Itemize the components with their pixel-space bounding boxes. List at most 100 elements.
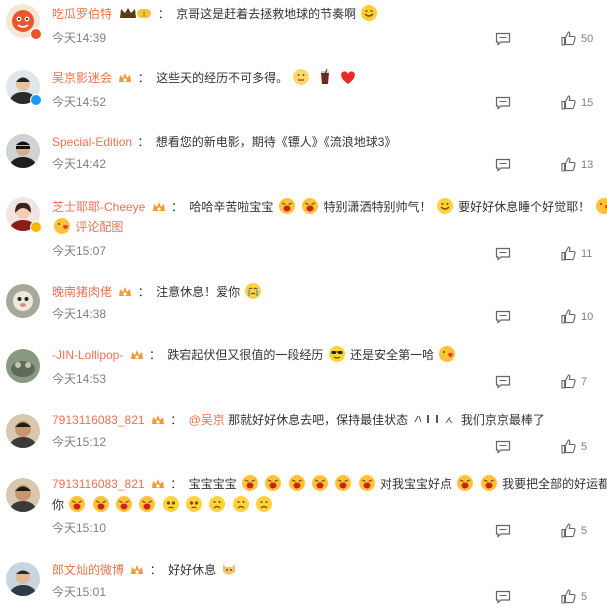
comment-text: 宝宝宝宝 [188,477,237,491]
grin-emoji-icon [360,4,378,22]
timestamp: 今天15:10 [52,521,107,535]
sad-emoji-icon [255,495,273,513]
fan-badge-icon [118,71,132,91]
avatar[interactable] [6,134,40,168]
comment-icon [495,96,511,110]
sunglasses-emoji-icon [328,345,346,363]
thumbs-up-icon [561,31,576,46]
reply-button[interactable] [495,524,561,538]
like-count: 10 [581,310,594,323]
crying-emoji-icon [241,474,259,492]
comment-icon [495,32,511,46]
thumbs-up-icon [561,246,576,261]
comment-icon [495,247,511,261]
username[interactable]: 吴京影迷会 [52,71,112,85]
sobbing-emoji-icon [244,282,262,300]
comment-text: 京哥这是赶着去拯救地球的节奏啊 [176,7,357,21]
crying-emoji-icon [278,197,296,215]
like-count: 5 [581,590,588,603]
pleading-emoji-icon [162,495,180,513]
verified-badge-icon [30,221,42,233]
like-button[interactable]: 50 [561,31,597,46]
avatar[interactable] [6,414,40,448]
sad-emoji-icon [208,495,226,513]
like-button[interactable]: 15 [561,95,597,110]
fan-badge-icon [130,348,144,368]
mention-link[interactable]: @吴京 [189,413,225,427]
like-button[interactable]: 13 [561,157,597,172]
comment-text: 哈哈辛苦啦宝宝 [189,200,274,214]
like-button[interactable]: 5 [561,523,597,538]
reply-button[interactable] [495,158,561,172]
crying-emoji-icon [115,495,133,513]
timestamp: 今天15:07 [52,244,107,258]
timestamp: 今天14:39 [52,31,107,45]
avatar[interactable] [6,349,40,383]
username[interactable]: Special-Edition [52,135,132,149]
colon: ： [149,563,162,577]
like-button[interactable]: 10 [561,309,597,324]
thumbs-up-icon [561,157,576,172]
colon: ： [171,200,184,214]
reply-button[interactable] [495,590,561,604]
crying-emoji-icon [288,474,306,492]
username[interactable]: -JIN-Lollipop- [52,348,123,362]
svg-text:I: I [143,11,145,19]
reply-button[interactable] [495,440,561,454]
timestamp: 今天14:52 [52,95,107,109]
username[interactable]: 郎文灿的微博 [52,563,124,577]
sparkle-emoji-icon [412,410,456,428]
like-button[interactable]: 7 [561,374,597,389]
comment-feed: 吃瓜罗伯特 I ： 京哥这是赶着去拯救地球的节奏啊 今天14:39 50 吴京影… [0,0,607,612]
thumbs-up-icon [561,95,576,110]
colon: ： [157,7,170,21]
reply-button[interactable] [495,32,561,46]
crying-emoji-icon [301,197,319,215]
verified-badge-icon [30,94,42,106]
reply-button[interactable] [495,247,561,261]
crying-emoji-icon [480,474,498,492]
like-count: 5 [581,440,588,453]
reply-button[interactable] [495,310,561,324]
username[interactable]: 芝士耶耶-Cheeye [52,200,145,214]
crying-emoji-icon [456,474,474,492]
like-count: 11 [581,247,593,260]
comment-image-link[interactable]: 评论配图 [75,220,123,234]
cat-emoji-icon [220,560,238,578]
crying-emoji-icon [311,474,329,492]
colon: ： [137,285,150,299]
timestamp: 今天14:53 [52,372,107,386]
crying-emoji-icon [138,495,156,513]
fan-badge-icon [151,477,165,497]
username[interactable]: 7913116083_821 [52,477,145,491]
username[interactable]: 7913116083_821 [52,413,145,427]
colon: ： [137,135,150,149]
like-count: 15 [581,96,594,109]
verified-badge-icon [30,28,42,40]
crying-emoji-icon [92,495,110,513]
fan-badge-icon [151,413,165,433]
like-button[interactable]: 11 [561,246,597,261]
sad-emoji-icon [232,495,250,513]
colon: ： [170,413,183,427]
like-button[interactable]: 5 [561,439,597,454]
comment-text: 跌宕起伏但又很值的一段经历 [167,348,324,362]
avatar[interactable] [6,478,40,512]
comment-text: 要好好休息睡个好觉耶！ [458,200,591,214]
like-count: 50 [581,32,594,45]
comment-text: 还是安全第一哈 [350,348,435,362]
thinking-emoji-icon [292,68,310,86]
like-count: 7 [581,375,588,388]
timestamp: 今天15:01 [52,585,107,599]
avatar[interactable] [6,284,40,318]
username[interactable]: 吃瓜罗伯特 [52,7,112,21]
reply-button[interactable] [495,96,561,110]
like-button[interactable]: 5 [561,589,597,604]
username[interactable]: 晚南猪肉佬 [52,285,112,299]
colon: ： [170,477,183,491]
reply-button[interactable] [495,375,561,389]
avatar[interactable] [6,562,40,596]
comment-text: 我们京京最棒了 [460,413,545,427]
thumbs-up-icon [561,589,576,604]
colon: ： [149,348,162,362]
